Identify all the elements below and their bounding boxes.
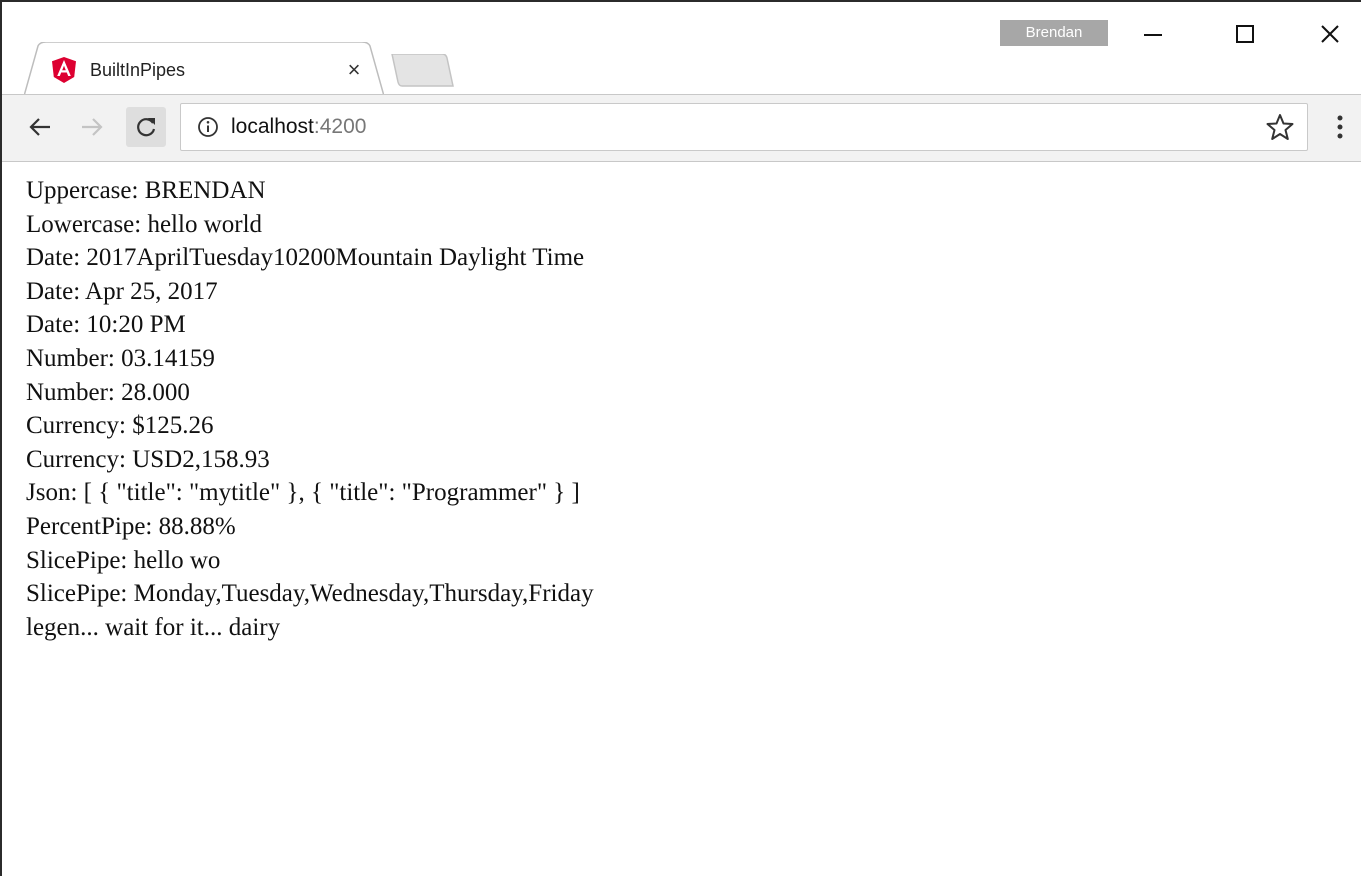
slice-string-output: SlicePipe: hello wo bbox=[26, 546, 221, 574]
minimize-button[interactable] bbox=[1130, 16, 1176, 52]
tab-title: BuiltInPipes bbox=[90, 60, 186, 80]
currency-output-2: Currency: USD2,158.93 bbox=[26, 445, 270, 473]
date-time-output: Date: 10:20 PM bbox=[26, 311, 186, 339]
maximize-icon bbox=[1236, 25, 1254, 43]
currency-output-1: Currency: $125.26 bbox=[26, 412, 214, 440]
slice-array-output: SlicePipe: Monday,Tuesday,Wednesday,Thur… bbox=[26, 580, 594, 608]
url-text[interactable]: localhost:4200 bbox=[231, 113, 366, 141]
back-arrow-icon bbox=[29, 118, 50, 136]
new-tab-button[interactable] bbox=[390, 54, 454, 88]
custom-pipe-output: legen... wait for it... dairy bbox=[26, 613, 281, 641]
close-window-button[interactable] bbox=[1307, 16, 1353, 52]
tab-close-button[interactable]: × bbox=[340, 56, 368, 84]
angular-logo-icon bbox=[52, 57, 76, 83]
star-icon[interactable] bbox=[1265, 112, 1295, 142]
back-button[interactable] bbox=[20, 107, 60, 147]
forward-arrow-icon bbox=[82, 118, 103, 136]
close-icon bbox=[1321, 25, 1339, 43]
info-icon[interactable] bbox=[197, 116, 219, 138]
reload-icon bbox=[137, 118, 156, 137]
address-bar[interactable]: localhost:4200 bbox=[180, 103, 1308, 151]
lowercase-output: Lowercase: hello world bbox=[26, 210, 263, 238]
browser-menu-button[interactable] bbox=[1326, 107, 1354, 147]
reload-button[interactable] bbox=[126, 107, 166, 147]
number-output-2: Number: 28.000 bbox=[26, 378, 190, 406]
forward-button[interactable] bbox=[72, 107, 112, 147]
json-output: Json: [ { "title": "mytitle" }, { "title… bbox=[26, 479, 580, 507]
kebab-menu-icon bbox=[1337, 115, 1343, 139]
percent-output: PercentPipe: 88.88% bbox=[26, 512, 236, 540]
browser-toolbar: localhost:4200 bbox=[2, 94, 1361, 162]
page-content: Uppercase: BRENDAN Lowercase: hello worl… bbox=[26, 174, 1326, 644]
number-output-1: Number: 03.14159 bbox=[26, 344, 215, 372]
tab-builtinpipes[interactable]: BuiltInPipes × bbox=[24, 42, 384, 96]
minimize-icon bbox=[1144, 34, 1162, 36]
url-port: :4200 bbox=[313, 115, 367, 138]
url-host: localhost bbox=[231, 115, 314, 138]
maximize-button[interactable] bbox=[1222, 16, 1268, 52]
date-medium-output: Date: Apr 25, 2017 bbox=[26, 277, 218, 305]
tab-shape bbox=[24, 42, 384, 96]
uppercase-output: Uppercase: BRENDAN bbox=[26, 177, 266, 204]
title-bar: Brendan BuiltInPipes × bbox=[2, 2, 1361, 96]
browser-window: Brendan BuiltInPipes × localhost:4200 Up… bbox=[0, 0, 1361, 876]
date-full-output: Date: 2017AprilTuesday10200Mountain Dayl… bbox=[26, 244, 585, 272]
profile-badge[interactable]: Brendan bbox=[1000, 20, 1108, 46]
